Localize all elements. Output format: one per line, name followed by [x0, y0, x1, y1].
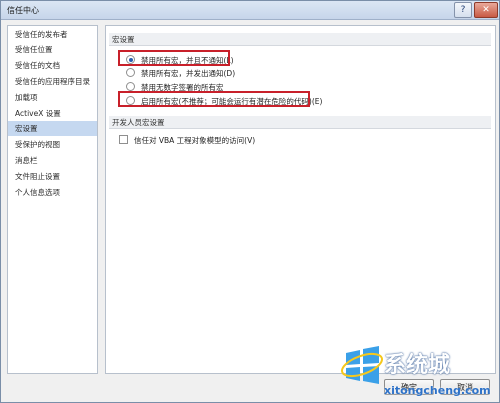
- sidebar-item-protected-view[interactable]: 受保护的视图: [8, 137, 97, 152]
- checkbox-label: 信任对 VBA 工程对象模型的访问(V): [134, 136, 256, 145]
- watermark-title: 系统城: [384, 353, 451, 378]
- option-vba-access[interactable]: 信任对 VBA 工程对象模型的访问(V): [119, 135, 255, 147]
- sidebar-item-trusted-locations[interactable]: 受信任位置: [8, 42, 97, 57]
- sidebar-item-macro-settings[interactable]: 宏设置: [8, 121, 97, 136]
- radio-disable-with-notify[interactable]: [126, 68, 135, 77]
- help-button[interactable]: ?: [454, 2, 472, 18]
- sidebar-item-message-bar[interactable]: 消息栏: [8, 153, 97, 168]
- developer-settings-header: 开发人员宏设置: [109, 116, 491, 129]
- sidebar-item-add-ins[interactable]: 加载项: [8, 90, 97, 105]
- option-label: 禁用所有宏，并发出通知(D): [141, 69, 236, 78]
- close-button[interactable]: ✕: [474, 2, 498, 18]
- highlight-box-first-option: [118, 50, 230, 66]
- sidebar-item-privacy-options[interactable]: 个人信息选项: [8, 185, 97, 200]
- watermark: 系统城 xitongcheng.com: [336, 343, 500, 403]
- checkbox-vba-access[interactable]: [119, 135, 128, 144]
- sidebar-nav: 受信任的发布者 受信任位置 受信任的文档 受信任的应用程序目录 加载项 Acti…: [7, 25, 98, 374]
- watermark-url: xitongcheng.com: [384, 384, 491, 397]
- radio-disable-unsigned[interactable]: [126, 82, 135, 91]
- sidebar-item-activex-settings[interactable]: ActiveX 设置: [8, 106, 97, 121]
- highlight-box-enable-all-option: [118, 91, 310, 107]
- sidebar-item-trusted-documents[interactable]: 受信任的文档: [8, 58, 97, 73]
- dialog-title: 信任中心: [7, 6, 39, 15]
- option-disable-with-notify[interactable]: 禁用所有宏，并发出通知(D): [126, 68, 235, 80]
- settings-panel: 宏设置 禁用所有宏，并且不通知(L) 禁用所有宏，并发出通知(D) 禁用无数字签…: [105, 25, 496, 374]
- macro-settings-header: 宏设置: [109, 33, 491, 46]
- windows-logo-icon: [341, 346, 383, 384]
- sidebar-item-file-block-settings[interactable]: 文件阻止设置: [8, 169, 97, 184]
- sidebar-item-trusted-publishers[interactable]: 受信任的发布者: [8, 27, 97, 42]
- sidebar-item-trusted-app-catalogs[interactable]: 受信任的应用程序目录: [8, 74, 97, 89]
- title-bar[interactable]: 信任中心 ? ✕: [1, 1, 499, 20]
